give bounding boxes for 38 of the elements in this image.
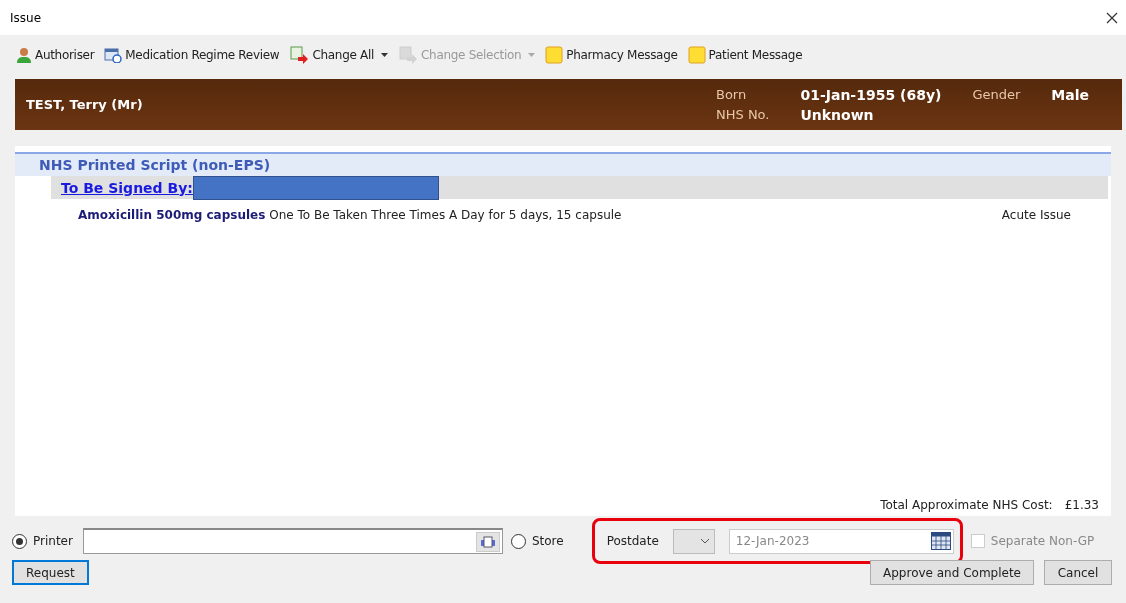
script-heading: NHS Printed Script (non-EPS): [15, 152, 1111, 176]
toolbar-button[interactable]: Change All: [289, 46, 389, 64]
document-arrow-icon: [398, 46, 419, 64]
patient-name: TEST, Terry (Mr): [26, 97, 143, 112]
calendar-icon[interactable]: [930, 532, 951, 550]
nhs-number-value: Unknown: [800, 106, 875, 123]
close-icon[interactable]: [1106, 11, 1118, 24]
printer-radio[interactable]: Printer: [12, 533, 73, 549]
postdate-label: Postdate: [606, 534, 659, 548]
caret-icon: [381, 53, 389, 57]
total-cost-value: £1.33: [1064, 498, 1099, 512]
store-radio[interactable]: Store: [510, 533, 564, 549]
signed-by-link[interactable]: To Be Signed By:: [61, 179, 193, 196]
issue-type: Acute Issue: [1001, 208, 1071, 222]
medication-text: Amoxicillin 500mg capsules One To Be Taken Three Times A Day for 5 days, 15 capsule: [78, 208, 622, 222]
calendar-icon: [104, 47, 123, 63]
gender-value: Male: [1051, 86, 1090, 103]
toolbar-button[interactable]: Authoriser: [16, 47, 95, 63]
toolbar-button[interactable]: Pharmacy Message: [545, 46, 678, 64]
born-label: Born: [716, 86, 748, 103]
born-value: 01-Jan-1955 (68y): [800, 86, 943, 103]
total-cost-label: Total Approximate NHS Cost:: [880, 498, 1053, 512]
chevron-icon: [699, 538, 710, 544]
printer-field[interactable]: [82, 528, 503, 554]
person-icon: [16, 47, 32, 63]
window-title: Issue: [10, 10, 42, 25]
date-field[interactable]: 12-Jan-2023: [728, 528, 954, 554]
request-button[interactable]: Request: [12, 560, 89, 585]
document-arrow-icon: [289, 46, 310, 64]
approve-button[interactable]: Approve and Complete: [870, 560, 1034, 585]
caret-icon: [528, 53, 536, 57]
nhs-number-label: NHS No.: [716, 106, 771, 123]
note-icon: [687, 46, 706, 64]
toolbar-button[interactable]: Patient Message: [687, 46, 803, 64]
gender-label: Gender: [972, 86, 1022, 103]
cancel-button[interactable]: Cancel: [1044, 560, 1112, 585]
toolbar-button[interactable]: Medication Regime Review: [104, 47, 280, 63]
note-icon: [545, 46, 564, 64]
